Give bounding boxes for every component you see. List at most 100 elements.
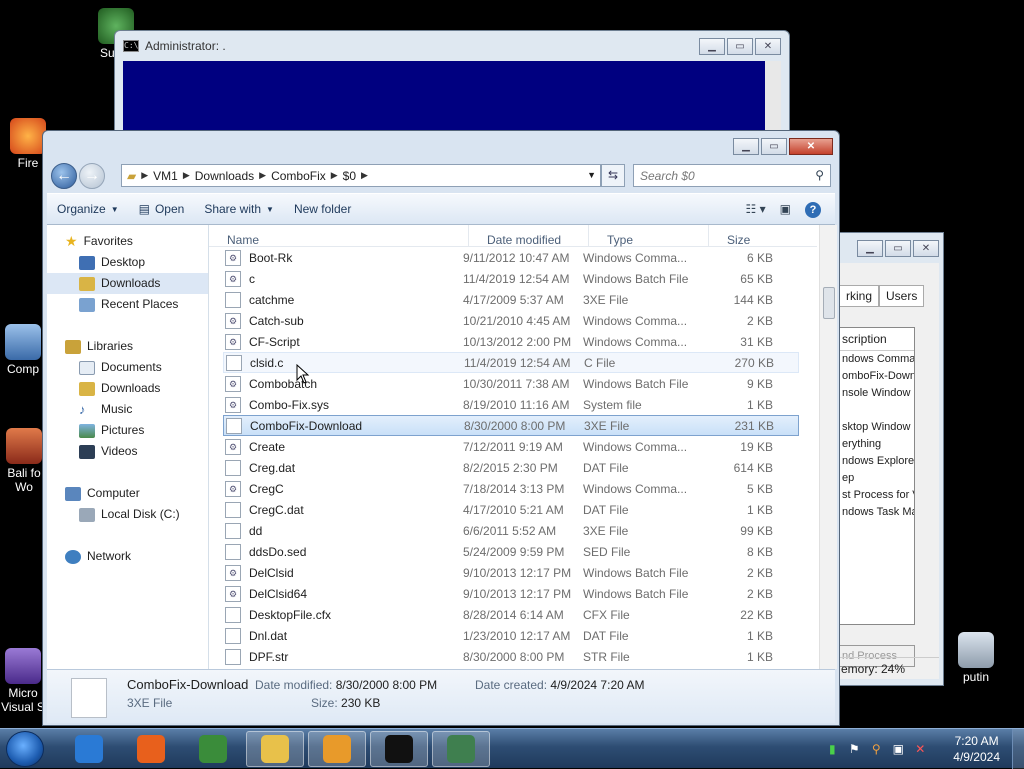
nav-pictures[interactable]: Pictures bbox=[47, 420, 208, 441]
column-type[interactable]: Type bbox=[589, 225, 709, 247]
table-row[interactable]: catchme 4/17/2009 5:37 AM 3XE File 144 KB bbox=[223, 289, 799, 310]
nav-recent-places[interactable]: Recent Places bbox=[47, 294, 208, 315]
nav-videos[interactable]: Videos bbox=[47, 441, 208, 462]
table-row[interactable]: DesktopFile.cfx 8/28/2014 6:14 AM CFX File… bbox=[223, 604, 799, 625]
table-row[interactable]: ⚙ CregC 7/18/2014 3:13 PM Windows Comma... 5… bbox=[223, 478, 799, 499]
desktop-icon-bali[interactable]: Bali fo Wo bbox=[0, 428, 48, 494]
nav-favorites[interactable]: ★ Favorites bbox=[47, 231, 208, 252]
close-button[interactable]: ✕ bbox=[789, 138, 833, 155]
minimize-button[interactable]: ▁ bbox=[699, 38, 725, 55]
show-desktop-button[interactable] bbox=[1012, 729, 1024, 769]
table-row[interactable]: ⚙ Boot-Rk 9/11/2012 10:47 AM Windows Comma.… bbox=[223, 247, 799, 268]
table-row[interactable]: dd 6/6/2011 5:52 AM 3XE File 99 KB bbox=[223, 520, 799, 541]
preview-pane-icon[interactable]: ▣ bbox=[780, 202, 791, 218]
tab-networking[interactable]: rking bbox=[839, 285, 880, 307]
view-options-icon[interactable]: ☷ ▾ bbox=[746, 202, 766, 218]
chevron-down-icon[interactable]: ▼ bbox=[587, 170, 596, 180]
table-row[interactable]: ComboFix-Download 8/30/2000 8:00 PM 3XE Fi… bbox=[223, 415, 799, 436]
list-item[interactable]: sktop Window M bbox=[840, 419, 914, 436]
nav-documents[interactable]: Documents bbox=[47, 357, 208, 378]
nav-lib-downloads[interactable]: Downloads bbox=[47, 378, 208, 399]
table-row[interactable]: ⚙ CF-Script 10/13/2012 2:00 PM Windows Comm… bbox=[223, 331, 799, 352]
start-button[interactable] bbox=[6, 731, 44, 767]
refresh-button[interactable]: ⇆ bbox=[601, 164, 625, 187]
table-row[interactable]: ddsDo.sed 5/24/2009 9:59 PM SED File 8 KB bbox=[223, 541, 799, 562]
open-button[interactable]: ▤ Open bbox=[129, 202, 195, 216]
taskbar-media-button[interactable] bbox=[308, 731, 366, 767]
magnifier-icon[interactable]: ⚲ bbox=[869, 742, 883, 756]
taskbar-task-manager-button[interactable] bbox=[432, 731, 490, 767]
search-input[interactable]: Search $0 ⚲ bbox=[633, 164, 831, 187]
task-manager-window[interactable]: ▁ ▭ ✕ rking Users scription ndows Commar om… bbox=[838, 232, 944, 686]
table-row[interactable]: ⚙ Catch-sub 10/21/2010 4:45 AM Windows Comm… bbox=[223, 310, 799, 331]
close-button[interactable]: ✕ bbox=[755, 38, 781, 55]
close-button[interactable]: ✕ bbox=[913, 240, 939, 257]
network-tray-icon[interactable]: ▮ bbox=[825, 742, 839, 756]
explorer-window[interactable]: ▁ ▭ ✕ ← → ▰ ▶ VM1 ▶ Downloads ▶ ComboFix ▶ $0 ▶… bbox=[42, 130, 840, 726]
network-icon[interactable]: ▣ bbox=[891, 742, 905, 756]
nav-music[interactable]: ♪ Music bbox=[47, 399, 208, 420]
volume-muted-icon[interactable]: ✕ bbox=[913, 742, 927, 756]
nav-downloads[interactable]: Downloads bbox=[47, 273, 208, 294]
cmd-scrollbar[interactable] bbox=[765, 61, 781, 141]
taskbar-explorer-button[interactable] bbox=[246, 731, 304, 767]
taskbar-firefox-button[interactable] bbox=[122, 731, 180, 767]
file-list[interactable]: Name Date modified Type Size ⚙ Boot-Rk 9/1… bbox=[209, 225, 837, 669]
list-item[interactable]: ndows Commar bbox=[840, 351, 914, 368]
share-with-button[interactable]: Share with ▼ bbox=[194, 202, 284, 216]
desktop-icon-recycle-bin[interactable]: putin bbox=[944, 632, 1008, 684]
list-item[interactable]: erything bbox=[840, 436, 914, 453]
nav-desktop[interactable]: Desktop bbox=[47, 252, 208, 273]
maximize-button[interactable]: ▭ bbox=[761, 138, 787, 155]
nav-network[interactable]: Network bbox=[47, 546, 208, 567]
column-size[interactable]: Size bbox=[709, 225, 799, 247]
taskbar-super-button[interactable] bbox=[184, 731, 242, 767]
table-row[interactable]: DPF.str 8/30/2000 8:00 PM STR File 1 KB bbox=[223, 646, 799, 667]
search-icon[interactable]: ⚲ bbox=[815, 168, 824, 182]
forward-button[interactable]: → bbox=[79, 163, 105, 189]
new-folder-button[interactable]: New folder bbox=[284, 202, 361, 216]
back-button[interactable]: ← bbox=[51, 163, 77, 189]
list-item[interactable]: ndows Explorer bbox=[840, 453, 914, 470]
list-item[interactable]: nsole Window H bbox=[840, 385, 914, 402]
table-row[interactable]: ⚙ DelClsid 9/10/2013 12:17 PM Windows Batch… bbox=[223, 562, 799, 583]
vertical-scrollbar[interactable] bbox=[819, 225, 837, 669]
cmd-window[interactable]: C:\ Administrator: . ▁ ▭ ✕ bbox=[114, 30, 790, 142]
table-row[interactable]: CregC.dat 4/17/2010 5:21 AM DAT File 1 KB bbox=[223, 499, 799, 520]
clock[interactable]: 7:20 AM 4/9/2024 bbox=[953, 733, 1000, 765]
list-item[interactable]: omboFix-Downlo bbox=[840, 368, 914, 385]
organize-button[interactable]: Organize ▼ bbox=[47, 202, 129, 216]
maximize-button[interactable]: ▭ bbox=[885, 240, 911, 257]
nav-libraries[interactable]: Libraries bbox=[47, 336, 208, 357]
table-row[interactable]: Creg.dat 8/2/2015 2:30 PM DAT File 614 KB bbox=[223, 457, 799, 478]
address-bar[interactable]: ▰ ▶ VM1 ▶ Downloads ▶ ComboFix ▶ $0 ▶ ▼ bbox=[121, 164, 601, 187]
maximize-button[interactable]: ▭ bbox=[727, 38, 753, 55]
minimize-button[interactable]: ▁ bbox=[733, 138, 759, 155]
desktop-icon-computer[interactable]: Comp bbox=[0, 324, 46, 376]
minimize-button[interactable]: ▁ bbox=[857, 240, 883, 257]
cmd-console[interactable] bbox=[123, 61, 765, 141]
list-item[interactable]: ep bbox=[840, 470, 914, 487]
list-item[interactable]: ndows Task Ma bbox=[840, 504, 914, 521]
column-description[interactable]: scription bbox=[840, 328, 914, 351]
breadcrumb-downloads[interactable]: Downloads bbox=[190, 169, 259, 183]
help-icon[interactable]: ? bbox=[805, 202, 821, 218]
breadcrumb-vm1[interactable]: VM1 bbox=[148, 169, 183, 183]
list-item[interactable] bbox=[840, 402, 914, 419]
column-date-modified[interactable]: Date modified bbox=[469, 225, 589, 247]
desktop-icon-visual-studio[interactable]: Micro Visual S bbox=[0, 648, 46, 714]
table-row[interactable]: ⚙ c 11/4/2019 12:54 AM Windows Batch File 65… bbox=[223, 268, 799, 289]
process-list[interactable]: scription ndows Commar omboFix-Downlo ns… bbox=[839, 327, 915, 625]
breadcrumb-combofix[interactable]: ComboFix bbox=[266, 169, 331, 183]
table-row[interactable]: ⚙ Create 7/12/2011 9:19 AM Windows Comma...… bbox=[223, 436, 799, 457]
table-row[interactable]: Dnl.dat 1/23/2010 12:17 AM DAT File 1 KB bbox=[223, 625, 799, 646]
taskbar-cmd-button[interactable] bbox=[370, 731, 428, 767]
breadcrumb-current[interactable]: $0 bbox=[338, 169, 361, 183]
tab-users[interactable]: Users bbox=[879, 285, 925, 307]
nav-computer[interactable]: Computer bbox=[47, 483, 208, 504]
list-item[interactable]: st Process for V bbox=[840, 487, 914, 504]
scrollbar-thumb[interactable] bbox=[823, 287, 835, 319]
taskbar-internet-explorer-button[interactable] bbox=[60, 731, 118, 767]
column-name[interactable]: Name bbox=[209, 225, 469, 247]
nav-local-disk[interactable]: Local Disk (C:) bbox=[47, 504, 208, 525]
